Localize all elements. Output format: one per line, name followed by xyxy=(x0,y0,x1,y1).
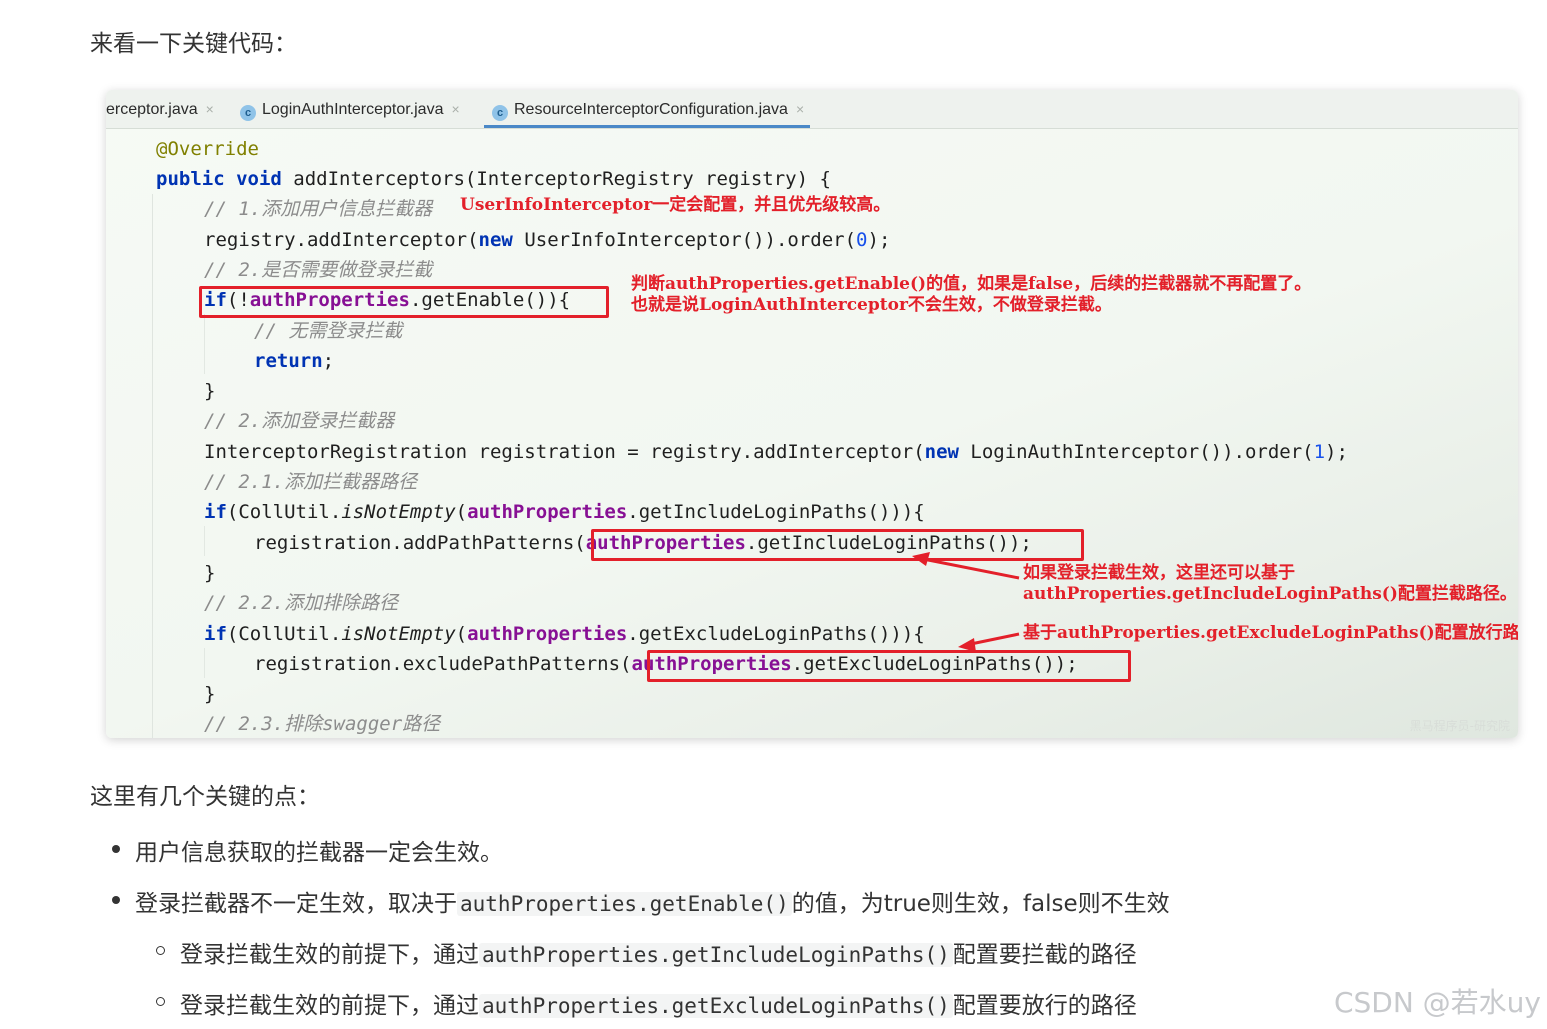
sub-bullet-circle xyxy=(156,997,165,1006)
sub-list-item: 登录拦截生效的前提下，通过 authProperties.getExcludeLo… xyxy=(180,993,1137,1019)
inline-code: authProperties.getIncludeLoginPaths() xyxy=(479,943,953,967)
bullet-dot xyxy=(112,896,120,904)
list-item: 登录拦截器不一定生效，取决于 authProperties.getEnable()… xyxy=(135,891,1170,917)
inline-code: authProperties.getEnable() xyxy=(457,892,792,916)
intro-text: 来看一下关键代码： xyxy=(90,31,297,57)
list-item: 用户信息获取的拦截器一定会生效。 xyxy=(135,840,503,866)
csdn-watermark: CSDN @若水uy xyxy=(1333,986,1541,1019)
bullet-dot xyxy=(112,845,120,853)
watermark: 黑马程序员-研究院 xyxy=(1409,719,1510,733)
inline-code: authProperties.getExcludeLoginPaths() xyxy=(479,994,953,1018)
code-screenshot: erceptor.java × c LoginAuthInterceptor.jav… xyxy=(106,90,1518,738)
sub-bullet-circle xyxy=(156,946,165,955)
section-title: 这里有几个关键的点： xyxy=(90,784,320,810)
sub-list-item: 登录拦截生效的前提下，通过 authProperties.getIncludeLo… xyxy=(180,942,1137,968)
annotation-arrows xyxy=(912,552,1020,652)
